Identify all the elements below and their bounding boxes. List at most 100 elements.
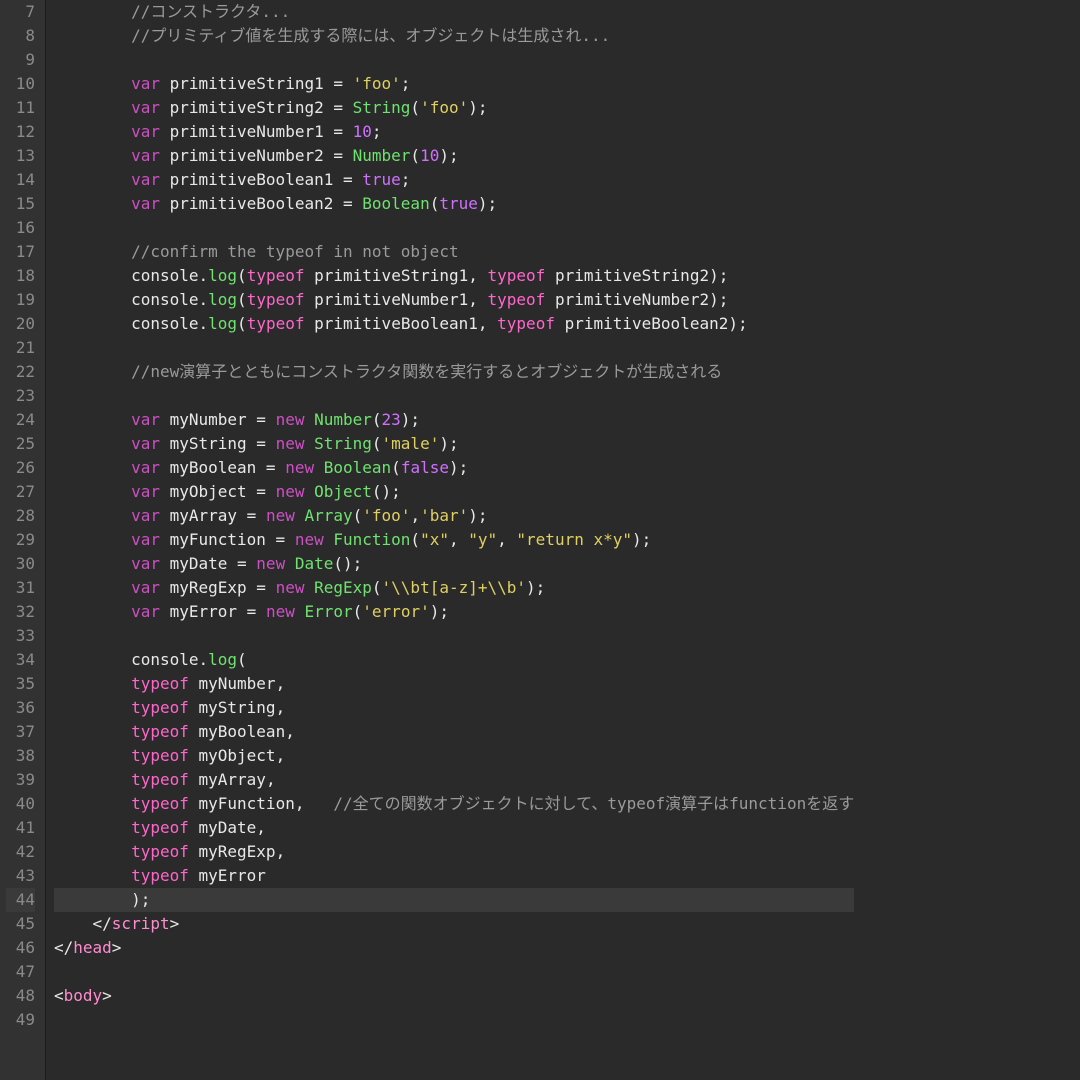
code-line[interactable]: </script> bbox=[54, 912, 854, 936]
code-line[interactable]: typeof myRegExp, bbox=[54, 840, 854, 864]
code-token: new bbox=[256, 554, 295, 573]
code-line[interactable] bbox=[54, 216, 854, 240]
code-token: typeof bbox=[54, 818, 199, 837]
code-line[interactable]: var myError = new Error('error'); bbox=[54, 600, 854, 624]
line-number: 19 bbox=[6, 288, 35, 312]
code-line[interactable]: var primitiveNumber1 = 10; bbox=[54, 120, 854, 144]
code-line[interactable] bbox=[54, 1008, 854, 1032]
line-number: 48 bbox=[6, 984, 35, 1008]
code-token: , bbox=[497, 530, 516, 549]
line-number: 33 bbox=[6, 624, 35, 648]
code-token: , bbox=[276, 698, 286, 717]
code-line[interactable] bbox=[54, 336, 854, 360]
code-line[interactable]: var primitiveNumber2 = Number(10); bbox=[54, 144, 854, 168]
code-line[interactable]: var myObject = new Object(); bbox=[54, 480, 854, 504]
code-token: var bbox=[54, 170, 170, 189]
code-line[interactable]: console.log(typeof primitiveBoolean1, ty… bbox=[54, 312, 854, 336]
code-line[interactable]: var myNumber = new Number(23); bbox=[54, 408, 854, 432]
line-number: 20 bbox=[6, 312, 35, 336]
code-token: = bbox=[247, 434, 276, 453]
code-token: ; bbox=[401, 170, 411, 189]
code-line[interactable]: typeof myNumber, bbox=[54, 672, 854, 696]
code-line[interactable]: var primitiveString1 = 'foo'; bbox=[54, 72, 854, 96]
code-token: new bbox=[276, 482, 315, 501]
code-line[interactable]: var primitiveBoolean2 = Boolean(true); bbox=[54, 192, 854, 216]
code-line[interactable]: var myFunction = new Function("x", "y", … bbox=[54, 528, 854, 552]
code-token: ( bbox=[372, 410, 382, 429]
code-token: primitiveBoolean2 bbox=[565, 314, 729, 333]
code-line[interactable]: typeof myObject, bbox=[54, 744, 854, 768]
code-line[interactable]: console.log(typeof primitiveString1, typ… bbox=[54, 264, 854, 288]
code-line[interactable]: typeof myArray, bbox=[54, 768, 854, 792]
line-number: 42 bbox=[6, 840, 35, 864]
code-line[interactable] bbox=[54, 960, 854, 984]
code-token: , bbox=[276, 674, 286, 693]
code-token: //コンストラクタ... bbox=[54, 2, 290, 21]
line-number: 34 bbox=[6, 648, 35, 672]
code-token: true bbox=[439, 194, 478, 213]
code-line[interactable]: typeof myFunction, //全ての関数オブジェクトに対して、typ… bbox=[54, 792, 854, 816]
code-token: typeof bbox=[247, 290, 314, 309]
code-line[interactable]: <body> bbox=[54, 984, 854, 1008]
code-token: new bbox=[266, 506, 305, 525]
code-token: ( bbox=[430, 194, 440, 213]
code-token: Object bbox=[314, 482, 372, 501]
code-line[interactable]: ); bbox=[54, 888, 854, 912]
code-line[interactable]: var myString = new String('male'); bbox=[54, 432, 854, 456]
code-line[interactable]: var myArray = new Array('foo','bar'); bbox=[54, 504, 854, 528]
code-line[interactable]: console.log(typeof primitiveNumber1, typ… bbox=[54, 288, 854, 312]
code-editor-area[interactable]: //コンストラクタ... //プリミティブ値を生成する際には、オブジェクトは生成… bbox=[46, 0, 854, 1080]
code-line[interactable]: //confirm the typeof in not object bbox=[54, 240, 854, 264]
code-line[interactable]: var myBoolean = new Boolean(false); bbox=[54, 456, 854, 480]
code-line[interactable]: var primitiveString2 = String('foo'); bbox=[54, 96, 854, 120]
code-token: ); bbox=[526, 578, 545, 597]
code-token: </ bbox=[54, 938, 73, 957]
code-line[interactable]: //プリミティブ値を生成する際には、オブジェクトは生成され... bbox=[54, 24, 854, 48]
code-token: myObject bbox=[199, 746, 276, 765]
code-line[interactable]: </head> bbox=[54, 936, 854, 960]
code-token: //confirm the typeof in not object bbox=[54, 242, 459, 261]
code-token: //全ての関数オブジェクトに対して、typeof演算子はfunctionを返す bbox=[333, 794, 854, 813]
code-token: typeof bbox=[54, 794, 199, 813]
code-token: RegExp bbox=[314, 578, 372, 597]
line-number: 24 bbox=[6, 408, 35, 432]
code-token: script bbox=[112, 914, 170, 933]
code-line[interactable]: var myDate = new Date(); bbox=[54, 552, 854, 576]
code-token: primitiveBoolean1 bbox=[170, 170, 334, 189]
code-token: = bbox=[333, 194, 362, 213]
code-token: typeof bbox=[54, 866, 199, 885]
code-line[interactable]: //new演算子とともにコンストラクタ関数を実行するとオブジェクトが生成される bbox=[54, 360, 854, 384]
code-token: Number bbox=[314, 410, 372, 429]
code-line[interactable] bbox=[54, 624, 854, 648]
code-token: typeof bbox=[54, 674, 199, 693]
line-number: 23 bbox=[6, 384, 35, 408]
code-line[interactable]: typeof myString, bbox=[54, 696, 854, 720]
line-number: 45 bbox=[6, 912, 35, 936]
code-line[interactable]: typeof myBoolean, bbox=[54, 720, 854, 744]
code-token: new bbox=[276, 434, 315, 453]
code-line[interactable]: var myRegExp = new RegExp('\\bt[a-z]+\\b… bbox=[54, 576, 854, 600]
code-token: 'error' bbox=[362, 602, 429, 621]
code-token: var bbox=[54, 458, 170, 477]
code-line[interactable] bbox=[54, 48, 854, 72]
code-line[interactable]: typeof myError bbox=[54, 864, 854, 888]
code-token: primitiveString1 bbox=[314, 266, 468, 285]
code-line[interactable]: var primitiveBoolean1 = true; bbox=[54, 168, 854, 192]
line-number: 8 bbox=[6, 24, 35, 48]
code-token: typeof bbox=[54, 698, 199, 717]
code-token: ); bbox=[468, 98, 487, 117]
code-line[interactable]: typeof myDate, bbox=[54, 816, 854, 840]
line-number: 29 bbox=[6, 528, 35, 552]
code-line[interactable]: //コンストラクタ... bbox=[54, 0, 854, 24]
code-token: = bbox=[237, 506, 266, 525]
code-line[interactable] bbox=[54, 384, 854, 408]
code-token: myArray bbox=[199, 770, 266, 789]
code-token: //new演算子とともにコンストラクタ関数を実行するとオブジェクトが生成される bbox=[54, 362, 722, 381]
code-token: 23 bbox=[382, 410, 401, 429]
code-token: ( bbox=[410, 530, 420, 549]
line-number: 39 bbox=[6, 768, 35, 792]
code-token: primitiveBoolean1 bbox=[314, 314, 478, 333]
code-token: myBoolean bbox=[199, 722, 286, 741]
code-line[interactable]: console.log( bbox=[54, 648, 854, 672]
code-token: log bbox=[208, 650, 237, 669]
